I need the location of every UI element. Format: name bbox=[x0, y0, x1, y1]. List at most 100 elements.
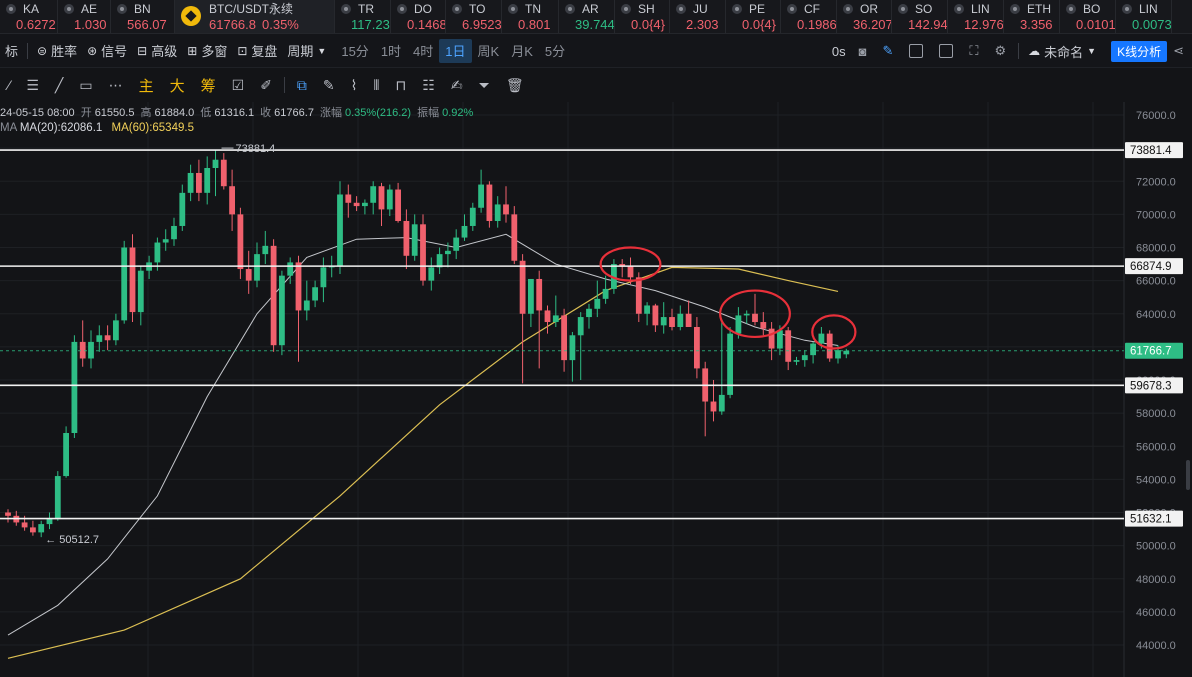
candle-body bbox=[295, 262, 302, 311]
interval-tab[interactable]: 4时 bbox=[407, 39, 439, 63]
export-icon[interactable] bbox=[939, 44, 954, 58]
hlines-tool-icon[interactable]: ☰ bbox=[18, 73, 47, 97]
candle-body bbox=[594, 298, 601, 309]
trendline-tool-icon[interactable]: ╱ bbox=[47, 73, 71, 97]
ticker-item[interactable]: PE 0.0{4} bbox=[726, 0, 781, 33]
candle-body bbox=[187, 172, 194, 193]
signal-button[interactable]: ⊛ 信号 bbox=[82, 39, 132, 63]
edit-icon[interactable]: ✍ bbox=[443, 73, 471, 97]
interval-tab[interactable]: 15分 bbox=[335, 39, 374, 63]
ticker-price-row: 61766.8 0.35% bbox=[181, 17, 334, 32]
camera-icon[interactable]: ◙ bbox=[859, 44, 867, 59]
trash-icon[interactable]: 🗑 bbox=[498, 73, 532, 97]
interval-tab[interactable]: 1时 bbox=[375, 39, 407, 63]
ticker-item[interactable]: DO 0.1468 bbox=[391, 0, 446, 33]
ticker-item[interactable]: LIN 12.976 bbox=[948, 0, 1004, 33]
candle-body bbox=[503, 204, 509, 215]
ticker-item[interactable]: OR 36.207 bbox=[837, 0, 892, 33]
multiframe-button[interactable]: ⊞ 多窗 bbox=[182, 39, 232, 63]
candle-body bbox=[602, 288, 609, 299]
interval-tab[interactable]: 1日 bbox=[439, 38, 472, 63]
ticker-item[interactable]: TO 6.9523 bbox=[446, 0, 502, 33]
replay-button[interactable]: ⊡ 复盘 bbox=[232, 39, 282, 63]
big-order-button[interactable]: 大 bbox=[162, 73, 193, 97]
indicator-partial-button[interactable]: 标 bbox=[0, 39, 23, 63]
candle-body bbox=[5, 512, 11, 516]
ticker-price: 0.0{4} bbox=[742, 17, 776, 32]
pencil-icon[interactable]: ✎ bbox=[882, 43, 893, 59]
ticker-item[interactable]: SH 0.0{4} bbox=[615, 0, 670, 33]
interval-tab[interactable]: 月K bbox=[505, 39, 539, 63]
gear-icon[interactable]: ⚙ bbox=[994, 43, 1006, 59]
candle-body bbox=[320, 267, 327, 288]
ticker-symbol-row: LIN bbox=[1122, 1, 1171, 16]
level-label: 66874.9 bbox=[1130, 261, 1172, 273]
ticker-item[interactable]: TN 0.801 bbox=[502, 0, 559, 33]
y-tick-label: 64000.0 bbox=[1136, 309, 1176, 321]
magnet-icon[interactable]: ⧉ bbox=[289, 73, 315, 97]
kline-chart[interactable]: 44000.046000.048000.050000.052000.054000… bbox=[0, 102, 1192, 677]
coin-icon bbox=[621, 3, 631, 14]
ticker-price: 36.207 bbox=[853, 17, 892, 32]
toolbar-right: 0s ◙ ✎ ⛶ ⚙ ☁ 未命名 ▼ K线分析 ⋖ bbox=[827, 34, 1192, 68]
y-tick-label: 66000.0 bbox=[1136, 276, 1176, 288]
draw-check-icon[interactable]: ☑ bbox=[224, 73, 253, 97]
ticker-symbol-row: LIN bbox=[954, 1, 1003, 16]
ticker-symbol: OR bbox=[860, 1, 878, 16]
filter-icon[interactable]: ⏷ bbox=[471, 73, 498, 97]
ticker-item[interactable]: BN 566.07 bbox=[111, 0, 175, 33]
screenshot-icon[interactable] bbox=[909, 44, 924, 58]
legend-close-label: 收 bbox=[260, 107, 272, 119]
rectangle-tool-icon[interactable]: ▭ bbox=[71, 73, 100, 97]
winrate-button[interactable]: ⊜ 胜率 bbox=[32, 39, 82, 63]
ticker-item[interactable]: LIN 0.0073 bbox=[1116, 0, 1172, 33]
legend-high: 61884.0 bbox=[154, 107, 195, 119]
eraser-icon[interactable]: ✎ bbox=[315, 73, 343, 97]
candle-body bbox=[121, 247, 128, 321]
chip-button[interactable]: 筹 bbox=[193, 73, 224, 97]
ticker-item[interactable]: BO 0.0101 bbox=[1060, 0, 1116, 33]
coin-icon bbox=[1066, 3, 1076, 14]
ticker-item[interactable]: AR 39.744 bbox=[559, 0, 615, 33]
period-dropdown[interactable]: 周期 ▼ bbox=[282, 39, 335, 63]
candle-body bbox=[30, 527, 36, 533]
cloud-icon: ☁ bbox=[1028, 44, 1041, 58]
bars-icon[interactable]: ⫴ bbox=[366, 73, 388, 97]
more-tools-icon[interactable]: ⋯ bbox=[101, 73, 131, 97]
lock-icon[interactable]: ⊓ bbox=[387, 73, 414, 97]
candle-body bbox=[411, 224, 418, 256]
candle-body bbox=[46, 519, 53, 525]
ticker-item[interactable]: SO 142.94 bbox=[892, 0, 948, 33]
main-force-button[interactable]: 主 bbox=[131, 73, 162, 97]
candle-body bbox=[785, 330, 792, 362]
advanced-button[interactable]: ⊟ 高级 bbox=[132, 39, 182, 63]
candle-body bbox=[229, 186, 235, 215]
ticker-item[interactable]: TR 117.23 bbox=[335, 0, 391, 33]
interval-tab[interactable]: 周K bbox=[472, 39, 506, 63]
ticker-item[interactable]: JU 2.303 bbox=[670, 0, 726, 33]
fullscreen-icon[interactable]: ⛶ bbox=[969, 43, 978, 59]
ticker-item[interactable]: BTC/USDT永续 61766.8 0.35% bbox=[175, 0, 335, 33]
y-tick-label: 56000.0 bbox=[1136, 441, 1176, 453]
layout-dropdown[interactable]: ☁ 未命名 ▼ bbox=[1023, 39, 1105, 63]
ticker-symbol: TN bbox=[525, 1, 541, 16]
candle-body bbox=[528, 278, 534, 314]
ticker-item[interactable]: ETH 3.356 bbox=[1004, 0, 1060, 33]
share-icon[interactable]: ⋖ bbox=[1173, 43, 1184, 59]
coin-icon bbox=[676, 3, 686, 14]
candle-body bbox=[577, 317, 584, 336]
interval-tab[interactable]: 5分 bbox=[539, 39, 571, 63]
kline-analysis-button[interactable]: K线分析 bbox=[1111, 40, 1168, 62]
ticker-item[interactable]: CF 0.1986 bbox=[781, 0, 837, 33]
interval-tabs: 15分 1时 4时 1日 周K 月K 5分 bbox=[335, 38, 571, 63]
pen-tool-icon[interactable]: ✐ bbox=[252, 73, 280, 97]
ticker-bar: KA 0.6272 AE 1.030 BN 566.07 BTC/USDT永续 61766.8… bbox=[0, 0, 1192, 34]
ticker-item[interactable]: KA 0.6272 bbox=[0, 0, 58, 33]
candle-body bbox=[171, 225, 177, 240]
brush-icon[interactable]: ⌇ bbox=[343, 73, 366, 97]
cross-tool-icon[interactable]: ⁄ bbox=[0, 73, 18, 97]
note-icon[interactable]: ☷ bbox=[414, 73, 443, 97]
ticker-item[interactable]: AE 1.030 bbox=[58, 0, 111, 33]
advanced-icon: ⊟ bbox=[137, 43, 148, 58]
candle-body bbox=[370, 186, 377, 203]
